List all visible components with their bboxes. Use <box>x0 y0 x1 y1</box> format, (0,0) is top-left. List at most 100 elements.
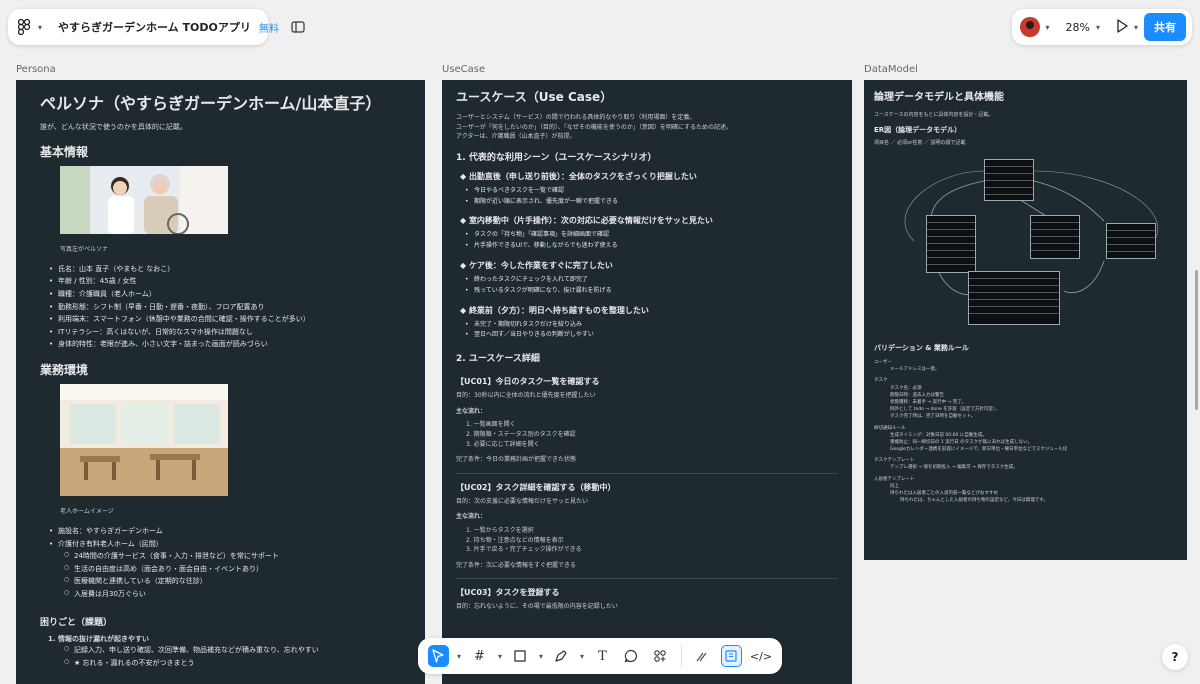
uc02-title: 【UC02】タスク詳細を確認する（移動中） <box>456 482 616 492</box>
move-tool-icon[interactable] <box>428 645 449 667</box>
scene-list: 未完了・期限切れタスクだけを絞り込み 翌日へ回す／当日やりきるの判断がしやすい <box>456 320 838 342</box>
uc01-goal: 目的：30秒以内に全体の流れと優先度を把握したい <box>456 392 596 400</box>
er-table <box>984 159 1034 201</box>
divider <box>456 578 838 580</box>
avatar[interactable] <box>1020 17 1040 37</box>
list-item: 期限が近い順に表示され、優先度が一瞬で把握できる <box>465 197 838 208</box>
rectangle-tool-icon[interactable] <box>510 645 531 667</box>
tool-bar: ▾ # ▾ ▾ ▾ T </> <box>418 638 782 674</box>
help-icon[interactable]: ? <box>1162 644 1188 670</box>
frame-label-datamodel[interactable]: DataModel <box>864 64 918 75</box>
figma-logo-icon[interactable] <box>18 18 30 36</box>
chevron-down-icon[interactable]: ▾ <box>1046 23 1050 32</box>
list-item: 3. 片手で戻る・完了チェック操作ができる <box>466 546 582 554</box>
list-item: 施設名：やすらぎガーデンホーム <box>49 525 401 538</box>
issue-item: 1. 情報の抜け漏れが起きやすい <box>48 634 149 643</box>
list-item: 3. 必要に応じて詳細を開く <box>466 440 540 448</box>
uc02-done: 完了条件：次に必要な情報をすぐ把握できる <box>456 561 576 569</box>
chevron-down-icon[interactable]: ▾ <box>539 652 543 661</box>
er-table <box>1106 223 1156 259</box>
er-diagram <box>874 151 1177 325</box>
rule-label: タスクテンプレート <box>874 458 915 464</box>
uc01-done: 完了条件：今日の業務計画が把握できた状態 <box>456 456 577 464</box>
share-button[interactable]: 共有 <box>1144 13 1186 41</box>
list-item: 生活の自由度は高め（面会あり・面会自由・イベントあり） <box>58 563 401 576</box>
draw-mode-icon[interactable] <box>692 645 713 667</box>
list-item: タスク名：必須 <box>890 385 922 391</box>
chevron-down-icon[interactable]: ▾ <box>580 652 584 661</box>
list-item: 生成タイミング：対象日前 00:00 に自動生成。 <box>890 432 987 438</box>
list-item: 例外として todo → done を許容（設定で方針可変）。 <box>890 407 1000 413</box>
list-item: ★ 忘れる・漏れるの不安がつきまとう <box>58 657 401 670</box>
list-item: 終わったタスクにチェックを入れて即完了 <box>465 275 838 286</box>
facility-photo <box>60 384 228 500</box>
project-title[interactable]: やすらぎガーデンホーム TODOアプリ <box>58 19 251 35</box>
basic-info-heading: 基本情報 <box>40 144 89 159</box>
chevron-down-icon[interactable]: ▾ <box>1096 23 1100 32</box>
datamodel-frame[interactable]: 論理データモデルと具体機能 ユースケースの内容をもとに具体内容を設計・記載。 E… <box>864 80 1187 560</box>
list-item: 残っているタスクが明確になり、抜け漏れを防げる <box>465 286 838 297</box>
list-item: テンプレ選択 → 値を初期投入 → 編集可 → 保存でタスク生成。 <box>890 465 1018 471</box>
work-env-heading: 業務環境 <box>40 363 89 377</box>
list-item: タスク完了時は、完了日時を自動セット。 <box>890 414 976 420</box>
play-icon[interactable] <box>1116 18 1128 37</box>
list-item: 重複防止：同一締切日の 1 実行日 のタスクが既にあれば生成しない。 <box>890 439 1033 445</box>
er-table <box>968 271 1060 325</box>
list-item: 医療機関と連携している（定期的な往診） <box>58 575 401 588</box>
divider <box>456 472 838 474</box>
rule-label: ユーザー <box>874 360 892 365</box>
actions-tool-icon[interactable] <box>650 645 671 667</box>
list-item: ITリテラシー：高くはないが、日常的なスマホ操作は問題なし <box>49 326 401 339</box>
detail-heading: 2. ユースケース詳細 <box>456 354 540 365</box>
uc01-flow-label: 主な流れ： <box>456 407 487 415</box>
persona-intro: 誰が、どんな状況で使うのかを具体的に記載。 <box>40 123 187 131</box>
facility-list: 施設名：やすらぎガーデンホーム 介護付き有料老人ホーム（民間） 24時間の介護サ… <box>40 525 401 601</box>
chevron-down-icon[interactable]: ▾ <box>498 652 502 661</box>
list-item: 職種：介護職員（老人ホーム） <box>49 288 401 301</box>
sidebar-toggle-icon[interactable] <box>291 18 305 37</box>
persona-photo-caption: 写真左がペルソナ <box>60 245 109 253</box>
frame-tool-icon[interactable]: # <box>469 645 490 667</box>
design-mode-icon[interactable] <box>720 645 742 667</box>
usecase-intro: ユーザーとシステム（サービス）の間で行われる具体的なやり取り（利用場面）を定義。 <box>456 114 696 121</box>
list-item: Googleカレンダー連携を前提にイメージで、新日単位・曜日単位などでスケジュー… <box>890 447 1068 453</box>
text-tool-icon[interactable]: T <box>592 645 613 667</box>
usecase-frame[interactable]: ユースケース（Use Case） ユーザーとシステム（サービス）の間で行われる具… <box>442 80 852 684</box>
list-item: 身体的特性：老眼が進み、小さい文字・詰まった画面が読みづらい <box>49 338 401 351</box>
frame-label-persona[interactable]: Persona <box>16 64 56 75</box>
zoom-level[interactable]: 28% <box>1066 21 1090 34</box>
usecase-title: ユースケース（Use Case） <box>456 90 613 104</box>
rule-label: タスク <box>874 378 888 384</box>
chevron-down-icon[interactable]: ▾ <box>457 652 461 661</box>
scenario-heading: 1. 代表的な利用シーン（ユースケースシナリオ） <box>456 152 657 163</box>
persona-frame[interactable]: ペルソナ（やすらぎガーデンホーム/山本直子） 誰が、どんな状況で使うのかを具体的… <box>16 80 425 684</box>
scene-title: ◆ ケア後：今した作業をすぐに完了したい <box>460 260 613 270</box>
dev-mode-icon[interactable]: </> <box>750 645 772 667</box>
canvas-scrollbar[interactable] <box>1195 270 1198 410</box>
list-item: 1. 一覧からタスクを選択 <box>466 526 534 534</box>
list-item: 勤務形態：シフト制（早番・日勤・遅番・夜勤）、フロア配置あり <box>49 301 401 314</box>
scene-list: 今日やるべきタスクを一覧で確認 期限が近い順に表示され、優先度が一瞬で把握できる <box>456 186 838 208</box>
share-bar: ▾ 28% ▾ ▾ 共有 <box>1012 9 1192 45</box>
chevron-down-icon[interactable]: ▾ <box>38 23 42 32</box>
persona-photo <box>60 165 228 238</box>
comment-tool-icon[interactable] <box>621 645 642 667</box>
list-item: 1. 一覧画面を開く <box>466 421 516 429</box>
uc01-title: 【UC01】今日のタスク一覧を確認する <box>456 377 600 387</box>
list-item: 介護付き有料老人ホーム（民間） <box>49 538 401 551</box>
scene-list: 終わったタスクにチェックを入れて即完了 残っているタスクが明確になり、抜け漏れを… <box>456 275 838 297</box>
datamodel-title: 論理データモデルと具体機能 <box>874 92 1004 103</box>
persona-title: ペルソナ（やすらぎガーデンホーム/山本直子） <box>40 94 382 113</box>
basic-info-list: 氏名：山本 直子（やまもと なおこ） 年齢 / 性別：45歳 / 女性 職種：介… <box>40 263 401 351</box>
pen-tool-icon[interactable] <box>551 645 572 667</box>
divider <box>680 645 682 667</box>
usecase-intro: ユーザーが「何をしたいのか」（目的）、「なぜその機能を使うのか」（意図）を明確に… <box>456 123 732 131</box>
frame-label-usecase[interactable]: UseCase <box>442 64 485 75</box>
list-item: 翌日へ回す／当日やりきるの判断がしやすい <box>465 330 838 341</box>
list-item: 入居費は月30万ぐらい <box>58 588 401 601</box>
uc03-title: 【UC03】タスクを登録する <box>456 588 560 598</box>
scene-list: タスクの「持ち物」「確認事項」を詳細画面で確認 片手操作できるUIで、移動しなが… <box>456 230 838 252</box>
list-item: 同上 <box>890 483 899 489</box>
plan-badge[interactable]: 無料 <box>259 20 279 35</box>
chevron-down-icon[interactable]: ▾ <box>1134 23 1138 32</box>
